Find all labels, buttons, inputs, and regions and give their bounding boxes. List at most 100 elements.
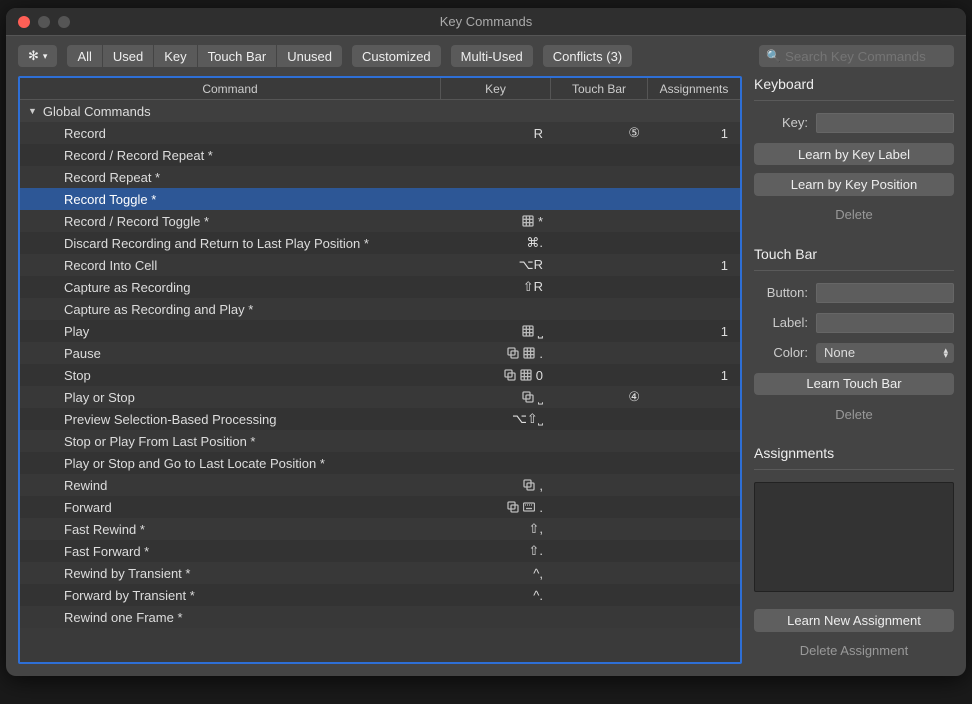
table-row[interactable]: Play⎵ 1 xyxy=(20,320,740,342)
window-title: Key Commands xyxy=(6,14,966,29)
command-cell: Record / Record Toggle * xyxy=(20,214,441,229)
screens-icon xyxy=(507,347,519,359)
action-menu-button[interactable]: ✻ ▾ xyxy=(18,45,57,67)
chevron-updown-icon: ▴▾ xyxy=(943,348,948,358)
table-row[interactable]: Capture as Recording and Play * xyxy=(20,298,740,320)
touchbar-cell: ⑤ xyxy=(551,125,648,141)
tb-button-label: Button: xyxy=(754,285,808,300)
table-header: Command Key Touch Bar Assignments xyxy=(20,78,740,100)
table-row[interactable]: Record / Record Toggle ** xyxy=(20,210,740,232)
command-cell: Forward xyxy=(20,500,441,515)
delete-assignment-button[interactable]: Delete Assignment xyxy=(754,640,954,662)
command-cell: Stop or Play From Last Position * xyxy=(20,434,441,449)
toolbar: ✻ ▾ All Used Key Touch Bar Unused Custom… xyxy=(6,36,966,76)
disclosure-icon: ▼ xyxy=(28,106,37,116)
filter-used[interactable]: Used xyxy=(103,45,154,67)
table-row[interactable]: Fast Forward *⇧. xyxy=(20,540,740,562)
assignments-list[interactable] xyxy=(754,482,954,592)
search-input[interactable] xyxy=(759,45,954,67)
command-cell: Record xyxy=(20,126,441,141)
table-row[interactable]: Play or Stop and Go to Last Locate Posit… xyxy=(20,452,740,474)
learn-assignment-button[interactable]: Learn New Assignment xyxy=(754,609,954,631)
key-cell: , xyxy=(441,478,551,493)
table-row[interactable]: Fast Rewind *⇧, xyxy=(20,518,740,540)
assign-cell: 1 xyxy=(648,368,740,383)
tb-color-row: Color: None ▴▾ xyxy=(754,343,954,363)
touchbar-cell: ④ xyxy=(551,389,648,405)
numpad-icon xyxy=(523,347,535,359)
customized-button[interactable]: Customized xyxy=(352,45,441,67)
table-row[interactable]: Forward by Transient *^. xyxy=(20,584,740,606)
command-cell: Record Into Cell xyxy=(20,258,441,273)
tb-label-input[interactable] xyxy=(816,313,954,333)
table-row[interactable]: RecordR⑤1 xyxy=(20,122,740,144)
titlebar: Key Commands xyxy=(6,8,966,36)
sidebar: Keyboard Key: Learn by Key Label Learn b… xyxy=(754,76,954,664)
table-row[interactable]: Record Repeat * xyxy=(20,166,740,188)
filter-segments: All Used Key Touch Bar Unused xyxy=(67,45,342,67)
table-row[interactable]: Play or Stop˽④ xyxy=(20,386,740,408)
learn-key-label-button[interactable]: Learn by Key Label xyxy=(754,143,954,165)
keyboard-title: Keyboard xyxy=(754,76,954,92)
command-cell: Record Toggle * xyxy=(20,192,441,207)
command-cell: Record / Record Repeat * xyxy=(20,148,441,163)
window: Key Commands ✻ ▾ All Used Key Touch Bar … xyxy=(6,8,966,676)
commands-table: Command Key Touch Bar Assignments ▼Globa… xyxy=(18,76,742,664)
table-row[interactable]: Record Into Cell⌥R1 xyxy=(20,254,740,276)
filter-all[interactable]: All xyxy=(67,45,102,67)
numpad-icon xyxy=(522,215,534,227)
col-assignments[interactable]: Assignments xyxy=(648,78,740,99)
learn-key-position-button[interactable]: Learn by Key Position xyxy=(754,173,954,195)
key-cell: ⇧, xyxy=(441,521,551,537)
multiused-button[interactable]: Multi-Used xyxy=(451,45,533,67)
chevron-down-icon: ▾ xyxy=(43,51,48,62)
table-row[interactable]: Discard Recording and Return to Last Pla… xyxy=(20,232,740,254)
keyboard-delete-button[interactable]: Delete xyxy=(754,204,954,226)
key-cell: ⌥⇧˽ xyxy=(441,411,551,427)
key-input[interactable] xyxy=(816,113,954,133)
key-cell: . xyxy=(441,346,551,361)
key-label: Key: xyxy=(754,115,808,130)
key-field-row: Key: xyxy=(754,113,954,133)
filter-unused[interactable]: Unused xyxy=(277,45,342,67)
touchbar-delete-button[interactable]: Delete xyxy=(754,403,954,425)
key-cell: 0 xyxy=(441,368,551,383)
group-header[interactable]: ▼Global Commands xyxy=(20,100,740,122)
col-touchbar[interactable]: Touch Bar xyxy=(551,78,648,99)
key-cell: ˽ xyxy=(441,390,551,405)
table-row[interactable]: Forward. xyxy=(20,496,740,518)
table-row[interactable]: Record / Record Repeat * xyxy=(20,144,740,166)
table-row[interactable]: Record Toggle * xyxy=(20,188,740,210)
filter-key[interactable]: Key xyxy=(154,45,197,67)
content: Command Key Touch Bar Assignments ▼Globa… xyxy=(6,76,966,676)
col-key[interactable]: Key xyxy=(441,78,551,99)
key-cell: ⎵ xyxy=(441,323,551,339)
filter-touchbar[interactable]: Touch Bar xyxy=(198,45,278,67)
command-cell: Discard Recording and Return to Last Pla… xyxy=(20,236,441,251)
table-row[interactable]: Rewind by Transient *^, xyxy=(20,562,740,584)
command-cell: Play xyxy=(20,324,441,339)
table-row[interactable]: Stop or Play From Last Position * xyxy=(20,430,740,452)
assign-cell: 1 xyxy=(648,324,740,339)
command-cell: Fast Forward * xyxy=(20,544,441,559)
command-cell: Stop xyxy=(20,368,441,383)
table-row[interactable]: Pause. xyxy=(20,342,740,364)
assign-cell: 1 xyxy=(648,258,740,273)
conflicts-button[interactable]: Conflicts (3) xyxy=(543,45,632,67)
command-cell: Record Repeat * xyxy=(20,170,441,185)
table-row[interactable]: Stop0 1 xyxy=(20,364,740,386)
table-row[interactable]: Capture as Recording⇧R xyxy=(20,276,740,298)
col-command[interactable]: Command xyxy=(20,78,441,99)
learn-touchbar-button[interactable]: Learn Touch Bar xyxy=(754,373,954,395)
table-row[interactable]: Preview Selection-Based Processing⌥⇧˽ xyxy=(20,408,740,430)
key-cell: ⇧R xyxy=(441,279,551,295)
gear-icon: ✻ xyxy=(28,48,39,64)
screens-icon xyxy=(504,369,516,381)
numpad-icon xyxy=(522,325,534,337)
table-row[interactable]: Rewind one Frame * xyxy=(20,606,740,628)
tb-button-input[interactable] xyxy=(816,283,954,303)
table-row[interactable]: Rewind, xyxy=(20,474,740,496)
color-select[interactable]: None ▴▾ xyxy=(816,343,954,363)
tb-label-row: Label: xyxy=(754,313,954,333)
command-cell: Fast Rewind * xyxy=(20,522,441,537)
